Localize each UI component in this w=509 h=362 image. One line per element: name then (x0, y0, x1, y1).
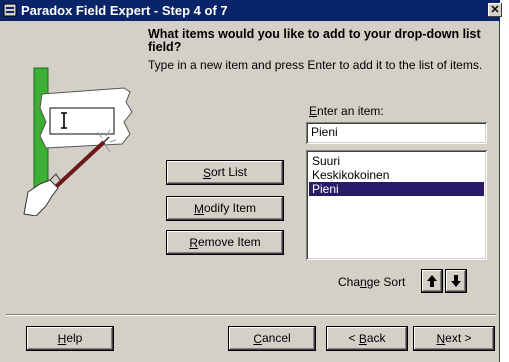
wizard-question: What items would you like to add to your… (148, 27, 481, 54)
remove-item-label: Remove Item (189, 235, 261, 250)
cancel-button[interactable]: Cancel (228, 326, 316, 351)
wizard-instruction: Type in a new item and press Enter to ad… (148, 58, 483, 72)
arrow-up-icon (427, 275, 437, 287)
item-input[interactable]: Pieni (306, 122, 487, 144)
modify-item-label: Modify Item (193, 201, 257, 216)
modify-item-button[interactable]: Modify Item (166, 196, 284, 221)
cancel-label: Cancel (253, 331, 291, 346)
close-button[interactable]: ✕ (488, 3, 502, 17)
back-label: < Back (348, 331, 386, 346)
items-list[interactable]: Suuri Keskikokoinen Pieni (306, 150, 487, 260)
help-label: Help (57, 331, 83, 346)
wizard-window: Paradox Field Expert - Step 4 of 7 ✕ Wha… (0, 0, 502, 362)
enter-item-label-rest: nter an item: (317, 104, 384, 118)
list-item[interactable]: Keskikokoinen (309, 168, 484, 182)
change-sort-label: Change Sort (338, 275, 406, 289)
list-item-selected[interactable]: Pieni (309, 182, 484, 196)
next-label: Next > (436, 331, 472, 346)
remove-item-button[interactable]: Remove Item (166, 230, 284, 255)
move-up-button[interactable] (421, 269, 443, 293)
footer-separator (6, 314, 496, 316)
arrow-down-icon (451, 275, 461, 287)
list-item[interactable]: Suuri (309, 154, 484, 168)
enter-item-label: Enter an item: (309, 104, 384, 118)
illustration-hand-pen-icon (23, 67, 133, 216)
sort-list-button[interactable]: Sort List (166, 160, 284, 185)
back-button[interactable]: < Back (326, 326, 408, 351)
title-bar[interactable]: Paradox Field Expert - Step 4 of 7 ✕ (0, 0, 502, 21)
move-down-button[interactable] (445, 269, 467, 293)
app-icon (3, 3, 17, 17)
next-button[interactable]: Next > (413, 326, 495, 351)
item-input-value: Pieni (311, 125, 338, 139)
window-title: Paradox Field Expert - Step 4 of 7 (21, 3, 228, 18)
help-button[interactable]: Help (26, 326, 114, 351)
sort-list-label: Sort List (202, 165, 248, 180)
